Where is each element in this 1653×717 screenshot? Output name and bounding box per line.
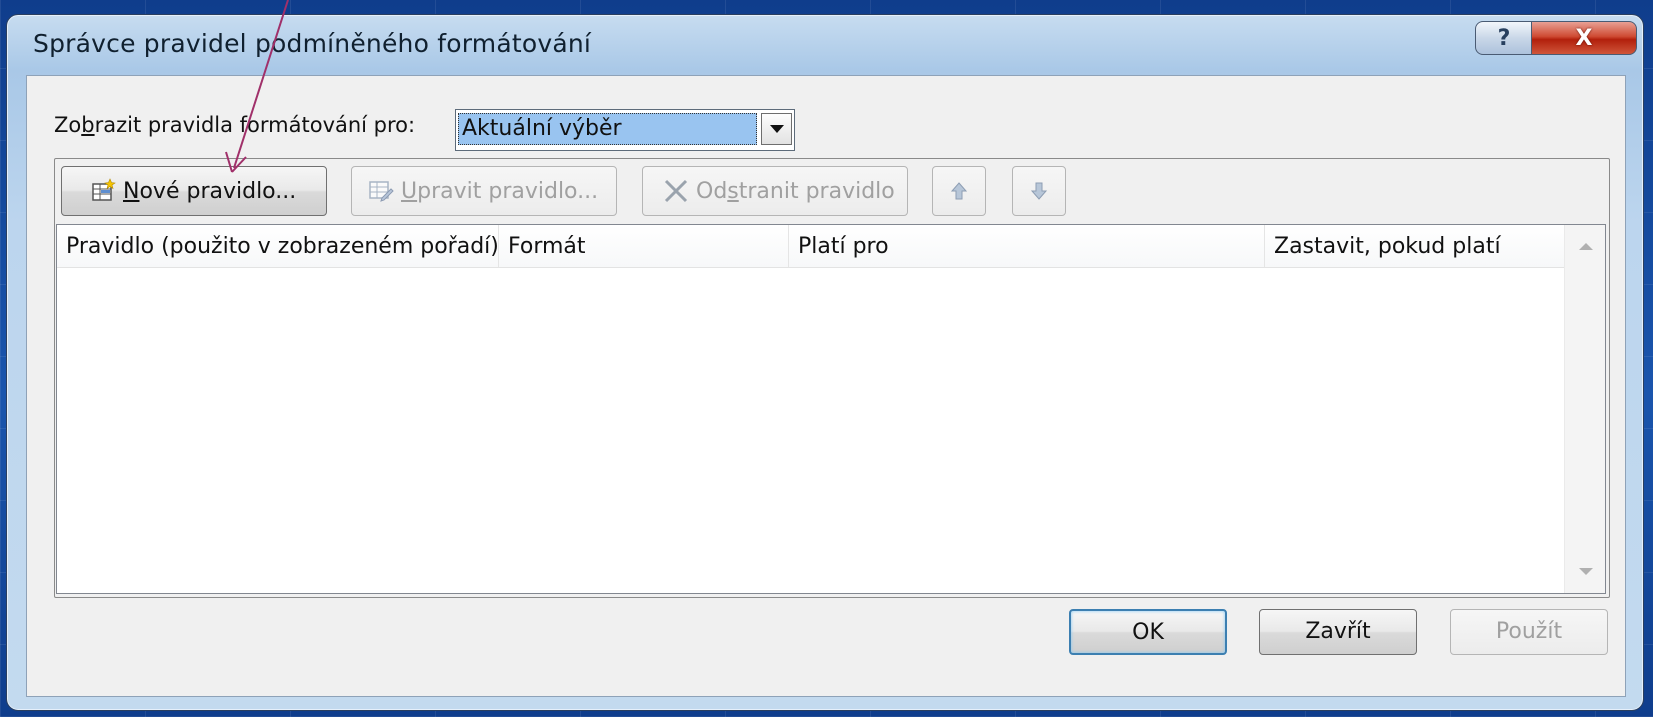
rules-list-header: Pravidlo (použito v zobrazeném pořadí) F… — [57, 225, 1565, 268]
new-rule-icon — [90, 178, 116, 204]
move-down-button[interactable] — [1012, 166, 1066, 216]
vertical-scrollbar[interactable] — [1564, 225, 1605, 593]
delete-rule-icon — [663, 178, 689, 204]
conditional-formatting-dialog: Správce pravidel podmíněného formátování… — [6, 14, 1644, 711]
help-icon: ? — [1497, 25, 1511, 51]
column-header-applies-to[interactable]: Platí pro — [789, 225, 1265, 267]
new-rule-label: Nové pravidlo... — [123, 178, 297, 204]
column-header-rule[interactable]: Pravidlo (použito v zobrazeném pořadí) — [57, 225, 499, 267]
dialog-title: Správce pravidel podmíněného formátování — [33, 29, 592, 58]
arrow-down-icon — [1030, 182, 1048, 200]
delete-rule-button[interactable]: Odstranit pravidlo — [642, 166, 908, 216]
close-window-button[interactable]: X — [1531, 21, 1637, 55]
help-button[interactable]: ? — [1475, 21, 1533, 55]
move-up-button[interactable] — [932, 166, 986, 216]
scope-selected-value: Aktuální výběr — [458, 113, 757, 145]
edit-rule-button[interactable]: Upravit pravidlo... — [351, 166, 617, 216]
column-header-format[interactable]: Formát — [499, 225, 789, 267]
edit-rule-icon — [368, 178, 394, 204]
scroll-up-icon[interactable] — [1579, 243, 1593, 250]
scroll-down-icon[interactable] — [1579, 568, 1593, 575]
chevron-down-icon — [769, 125, 784, 133]
scope-dropdown[interactable]: Aktuální výběr — [455, 109, 795, 151]
delete-rule-label: Odstranit pravidlo — [696, 178, 895, 204]
new-rule-button[interactable]: Nové pravidlo... — [61, 166, 327, 216]
arrow-up-icon — [950, 182, 968, 200]
rules-panel: Nové pravidlo... Upravit pravidlo... Ods… — [54, 158, 1610, 598]
ok-button[interactable]: OK — [1069, 609, 1227, 655]
edit-rule-label: Upravit pravidlo... — [401, 178, 599, 204]
dropdown-arrow-button[interactable] — [761, 113, 792, 145]
apply-button[interactable]: Použít — [1450, 609, 1608, 655]
scope-label: Zobrazit pravidla formátování pro: — [54, 113, 416, 137]
dialog-client: Zobrazit pravidla formátování pro: Aktuá… — [26, 75, 1626, 697]
column-header-stop-if-true[interactable]: Zastavit, pokud platí — [1265, 225, 1565, 267]
close-icon: X — [1575, 25, 1593, 51]
close-button[interactable]: Zavřít — [1259, 609, 1417, 655]
rules-list[interactable]: Pravidlo (použito v zobrazeném pořadí) F… — [56, 224, 1606, 594]
